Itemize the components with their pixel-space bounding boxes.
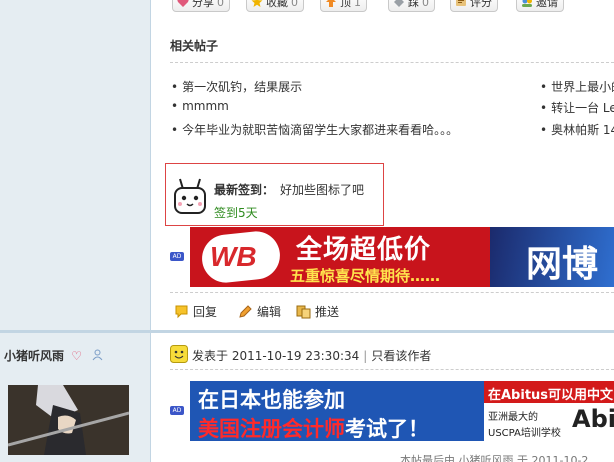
invite-icon [521, 0, 533, 8]
divider [170, 369, 614, 370]
reply-button[interactable]: 回复 [174, 303, 217, 320]
oppose-button[interactable]: 踩0 [388, 0, 435, 12]
thumbs-down-icon [393, 0, 405, 8]
edit-label: 编辑 [257, 305, 282, 319]
author-name-text: 小猪听风雨 [4, 349, 65, 363]
related-thread-link[interactable]: 转让一台 Le [540, 99, 614, 116]
share-count: 0 [217, 0, 224, 9]
latest-signin-text: 好加些图标了吧 [280, 183, 365, 197]
reply-icon [174, 304, 189, 319]
banner-right-top: 在Abitus可以用中文 [488, 388, 614, 403]
heart-outline-icon: ♡ [71, 349, 82, 363]
rate-icon [455, 0, 467, 8]
banner-right-bottom: USCPA培训学校 [488, 428, 561, 439]
smiley-icon [170, 345, 188, 366]
related-thread-link[interactable]: 世界上最小的 [540, 78, 614, 95]
favorite-label: 收藏 [266, 0, 288, 9]
rate-label: 评分 [470, 0, 492, 9]
only-author-link[interactable]: 只看该作者 [371, 347, 431, 364]
ad-banner-abitus[interactable]: 在日本也能参加 美国注册会计师考试了！ 在Abitus可以用中文 亚洲最大的 U… [190, 381, 614, 441]
favorite-button[interactable]: 收藏 0 [246, 0, 304, 12]
oppose-label: 踩 [408, 0, 419, 9]
banner-line2: 美国注册会计师考试了！ [198, 413, 429, 441]
banner-right-logo: Abi [572, 405, 614, 433]
rate-button[interactable]: 评分 [450, 0, 498, 12]
share-button[interactable]: 分享 0 [172, 0, 230, 12]
ad-banner-wb[interactable]: WB 全场超低价 五重惊喜尽情期待…… 网博 [190, 227, 614, 287]
latest-signin-label: 最新签到： [214, 183, 275, 197]
divider [170, 292, 614, 293]
ad-badge: AD [170, 406, 184, 415]
reply-label: 回复 [193, 305, 218, 319]
divider [170, 62, 614, 63]
pencil-icon [238, 304, 253, 319]
bunny-mascot-icon [172, 177, 208, 215]
user-status-icon[interactable] [92, 349, 103, 364]
invite-label: 邀请 [536, 0, 558, 9]
post-separator [0, 330, 614, 333]
signin-days[interactable]: 签到5天 [214, 204, 258, 221]
push-icon [296, 304, 311, 319]
banner-headline: 全场超低价 [296, 235, 432, 265]
heart-icon [177, 0, 189, 8]
related-threads-title: 相关帖子 [170, 39, 219, 53]
push-label: 推送 [315, 305, 340, 319]
author-name[interactable]: 小猪听风雨 ♡ [4, 347, 103, 364]
support-label: 顶 [340, 0, 351, 9]
support-button[interactable]: 顶1 [320, 0, 367, 12]
invite-button[interactable]: 邀请 [516, 0, 564, 12]
edit-button[interactable]: 编辑 [238, 303, 281, 320]
banner-highlight: 美国注册会计师 [198, 417, 345, 441]
avatar[interactable] [8, 385, 129, 455]
support-count: 1 [354, 0, 361, 9]
separator: | [363, 348, 368, 363]
thumbs-up-icon [325, 0, 337, 8]
star-icon [251, 0, 263, 8]
related-thread-link[interactable]: 奥林帕斯 14 [540, 121, 614, 138]
banner-right-mid: 亚洲最大的 [488, 412, 538, 423]
last-edited-note: 本帖最后由 小猪听风雨 于 2011-10-2 [400, 454, 589, 462]
oppose-count: 0 [422, 0, 429, 9]
related-thread-link[interactable]: 第一次矶钓，结果展示 [171, 78, 302, 95]
banner-logo: WB [210, 241, 257, 272]
banner-subline: 五重惊喜尽情期待…… [290, 267, 441, 285]
column-divider [150, 0, 151, 462]
favorite-count: 0 [291, 0, 298, 9]
related-thread-link[interactable]: 今年毕业为就职苦恼滴留学生大家都进来看看哈。。。 [171, 121, 458, 138]
share-label: 分享 [192, 0, 214, 9]
push-button[interactable]: 推送 [296, 303, 339, 320]
post-meta: 发表于 2011-10-19 23:30:34 | 只看该作者 [170, 345, 431, 366]
banner-brand: 网博 [526, 244, 599, 285]
ad-badge: AD [170, 252, 184, 261]
signin-box: 最新签到： 好加些图标了吧 签到5天 [165, 163, 384, 226]
post-timestamp: 发表于 2011-10-19 23:30:34 [192, 349, 360, 363]
related-thread-link[interactable]: mmmm [171, 99, 229, 113]
banner-line1: 在日本也能参加 [198, 388, 345, 412]
banner-line2-rest: 考试了！ [345, 417, 429, 441]
